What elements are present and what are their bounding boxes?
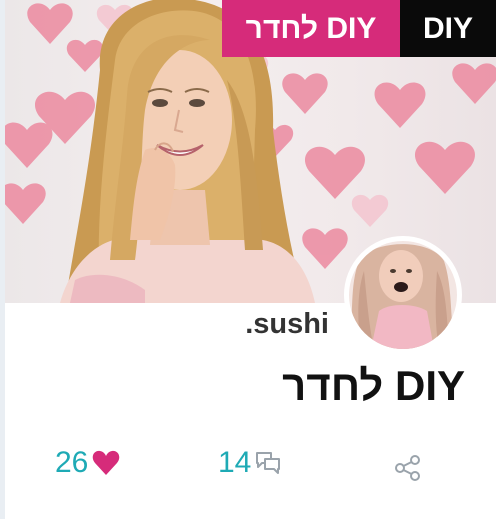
avatar-illustration (349, 241, 457, 349)
category-tags: DIY לחדר DIY (222, 0, 496, 57)
comments-count: 14 (218, 446, 252, 479)
share-button[interactable] (393, 448, 423, 488)
category-tag-primary[interactable]: DIY לחדר (222, 0, 400, 57)
author-avatar[interactable] (344, 236, 462, 354)
post-title[interactable]: DIY לחדר (282, 362, 465, 410)
category-tag-secondary[interactable]: DIY (400, 0, 496, 57)
share-icon[interactable] (393, 453, 423, 483)
likes-stat[interactable]: 26 (55, 443, 120, 483)
heart-icon[interactable] (92, 450, 120, 476)
comments-stat[interactable]: 14 (218, 443, 282, 483)
likes-count: 26 (55, 446, 89, 479)
comment-icon[interactable] (254, 450, 282, 476)
post-card[interactable]: DIY לחדר DIY .sushi DIY לחדר 26 14 (5, 0, 496, 519)
author-username[interactable]: .sushi (245, 308, 329, 341)
